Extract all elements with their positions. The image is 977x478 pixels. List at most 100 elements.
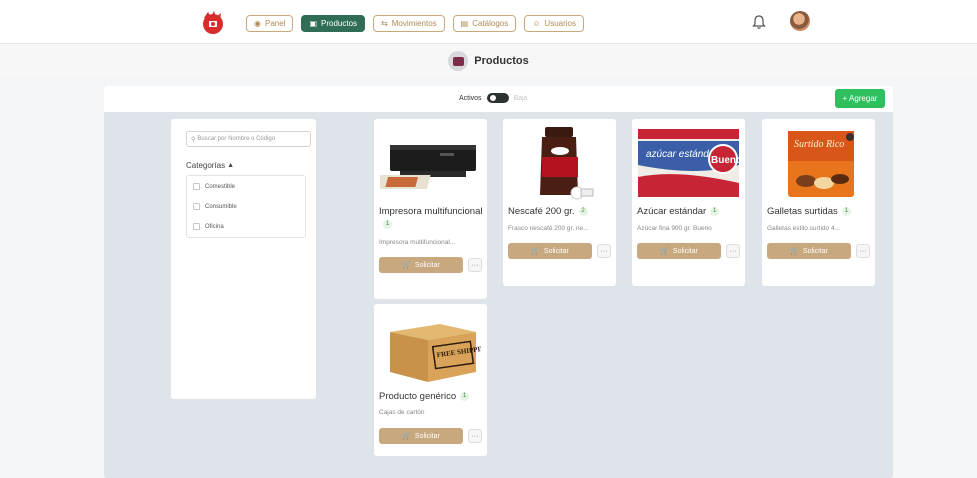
- product-card: azúcar estándar Bueno Azúcar estándar 1 A…: [632, 119, 745, 286]
- stock-badge: 1: [383, 219, 392, 229]
- ellipsis-icon: ···: [729, 247, 737, 255]
- catalog-icon: ▤: [460, 19, 469, 28]
- product-description: Impresora multifuncional...: [379, 239, 456, 246]
- cart-icon: 🛒: [531, 248, 540, 255]
- nav-productos[interactable]: ▣ Productos: [301, 15, 366, 32]
- request-button[interactable]: 🛒 Solicitar: [508, 243, 592, 259]
- cart-icon: 🛒: [660, 248, 669, 255]
- stock-badge: 1: [710, 206, 720, 216]
- product-card: Nescafé 200 gr. 2 Frasco nescafé 200 gr. …: [503, 119, 616, 286]
- ellipsis-icon: ···: [600, 247, 608, 255]
- sugar-brand-text: azúcar estándar: [646, 149, 718, 160]
- nav-label: Panel: [264, 19, 286, 28]
- add-product-button[interactable]: + Agregar: [835, 89, 885, 108]
- toggle-active-label: Activos: [459, 94, 482, 102]
- ellipsis-icon: ···: [471, 432, 479, 440]
- products-icon: [448, 51, 469, 71]
- more-options-button[interactable]: ···: [856, 244, 870, 258]
- main-nav: ◉ Panel ▣ Productos ⇆ Movimientos ▤ Catá…: [246, 15, 584, 32]
- more-options-button[interactable]: ···: [468, 258, 482, 272]
- request-button-label: Solicitar: [672, 247, 698, 255]
- category-label: Comestible: [205, 183, 236, 190]
- ellipsis-icon: ···: [471, 261, 479, 269]
- stock-badge: 1: [841, 206, 851, 216]
- request-button[interactable]: 🛒 Solicitar: [379, 428, 463, 444]
- product-image-cardboard-box: FREE SHIPPING: [390, 324, 481, 382]
- box-icon: ▣: [309, 19, 318, 28]
- category-label: Oficina: [205, 223, 224, 230]
- more-options-button[interactable]: ···: [468, 429, 482, 443]
- categories-list: Comestible Consumible Oficina: [186, 175, 306, 238]
- cart-icon: 🛒: [402, 262, 411, 269]
- panel-toolbar: Activos Baja + Agregar: [104, 86, 893, 112]
- request-button-label: Solicitar: [414, 432, 440, 440]
- stock-badge: 2: [578, 206, 588, 216]
- nav-catalogos[interactable]: ▤ Catálogos: [452, 15, 517, 32]
- search-input[interactable]: ⚲ Buscar por Nombre o Código: [186, 131, 311, 147]
- product-card: Impresora multifuncional 1 Impresora mult…: [374, 119, 487, 299]
- filter-sidebar: ⚲ Buscar por Nombre o Código Categorías …: [171, 119, 316, 399]
- product-card: FREE SHIPPING Producto genérico 1 Cajas d…: [374, 304, 487, 456]
- request-button-label: Solicitar: [414, 261, 440, 269]
- nav-movimientos[interactable]: ⇆ Movimientos: [373, 15, 445, 32]
- category-item[interactable]: Oficina: [193, 223, 224, 230]
- more-options-button[interactable]: ···: [726, 244, 740, 258]
- movements-icon: ⇆: [381, 19, 388, 28]
- cookie-brand-text: Surtido Rico: [794, 139, 844, 150]
- categories-title: Categorías: [186, 161, 226, 170]
- category-checkbox[interactable]: [193, 223, 200, 230]
- ellipsis-icon: ···: [859, 247, 867, 255]
- active-toggle[interactable]: [486, 93, 509, 103]
- product-name: Azúcar estándar 1: [637, 205, 742, 218]
- nav-label: Catálogos: [472, 19, 509, 28]
- user-avatar[interactable]: [790, 11, 810, 31]
- product-name-text: Impresora multifuncional: [379, 206, 483, 217]
- stock-badge: 1: [460, 391, 470, 401]
- product-name-text: Galletas surtidas: [767, 206, 838, 217]
- product-name-text: Azúcar estándar: [637, 206, 707, 217]
- request-button[interactable]: 🛒 Solicitar: [637, 243, 721, 259]
- product-description: Cajas de cartón: [379, 409, 425, 416]
- product-image-printer: [380, 145, 476, 189]
- product-name-text: Nescafé 200 gr.: [508, 206, 575, 217]
- product-name: Producto genérico 1: [379, 390, 484, 403]
- page-title: Productos: [474, 55, 529, 67]
- product-name: Galletas surtidas 1: [767, 205, 872, 218]
- request-button-label: Solicitar: [802, 247, 828, 255]
- category-item[interactable]: Consumible: [193, 203, 237, 210]
- brand-logo[interactable]: [198, 8, 228, 38]
- nav-label: Usuarios: [544, 19, 576, 28]
- bell-icon[interactable]: [750, 13, 768, 31]
- search-icon: ⚲: [191, 136, 196, 143]
- category-item[interactable]: Comestible: [193, 183, 235, 190]
- product-card: Surtido Rico Galletas surtidas 1 Galletas…: [762, 119, 875, 286]
- sugar-label-text: Bueno: [711, 155, 739, 166]
- request-button-label: Solicitar: [543, 247, 569, 255]
- products-panel: Activos Baja + Agregar ⚲ Buscar por Nomb…: [104, 86, 893, 478]
- nav-label: Movimientos: [391, 19, 437, 28]
- category-checkbox[interactable]: [193, 183, 200, 190]
- users-icon: ☺: [532, 19, 541, 28]
- status-toggle-group: Activos Baja: [459, 93, 528, 103]
- nav-usuarios[interactable]: ☺ Usuarios: [524, 15, 584, 32]
- nav-panel[interactable]: ◉ Panel: [246, 15, 294, 32]
- cart-icon: 🛒: [790, 248, 799, 255]
- product-image-cookie-box: Surtido Rico: [788, 131, 854, 197]
- dashboard-icon: ◉: [254, 19, 261, 28]
- product-description: Frasco nescafé 200 gr. ne...: [508, 225, 589, 232]
- request-button[interactable]: 🛒 Solicitar: [767, 243, 851, 259]
- page-heading: Productos: [0, 44, 977, 78]
- request-button[interactable]: 🛒 Solicitar: [379, 257, 463, 273]
- product-image-coffee-jar: [540, 127, 594, 200]
- product-name-text: Producto genérico: [379, 391, 457, 402]
- product-description: Azúcar fina 900 gr. Bueno: [637, 225, 712, 232]
- category-label: Consumible: [205, 203, 237, 210]
- product-name: Impresora multifuncional 1: [379, 205, 484, 231]
- category-checkbox[interactable]: [193, 203, 200, 210]
- product-description: Galletas estilo surtido 4...: [767, 225, 840, 232]
- toggle-inactive-label: Baja: [513, 94, 528, 102]
- nav-label: Productos: [321, 19, 358, 28]
- categories-toggle[interactable]: Categorías ▲: [186, 161, 234, 170]
- cart-icon: 🛒: [402, 433, 411, 440]
- more-options-button[interactable]: ···: [597, 244, 611, 258]
